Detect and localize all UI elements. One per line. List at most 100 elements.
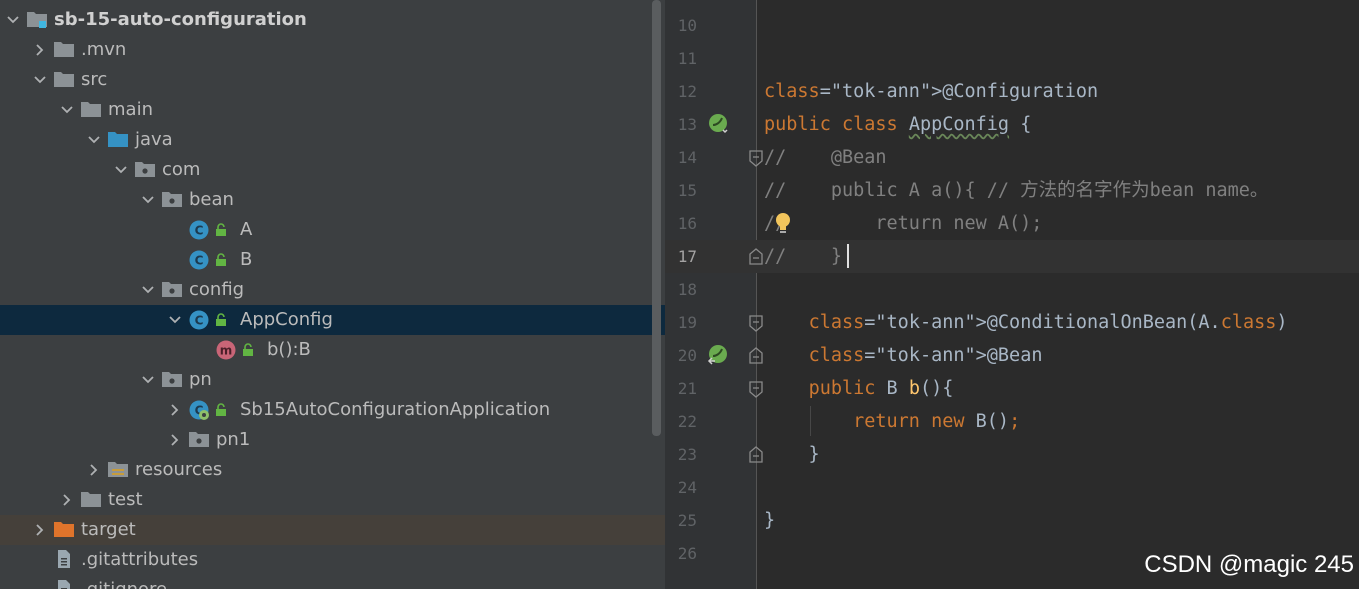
package-icon (161, 275, 183, 305)
module-folder-icon (26, 5, 48, 35)
line-number: 17 (677, 247, 697, 266)
package-icon (161, 185, 183, 215)
fold-collapse-icon[interactable] (748, 380, 764, 398)
tree-item[interactable]: C AppConfig (0, 305, 665, 335)
project-tool-window: sb-15-auto-configuration .mvn src main java c… (0, 0, 665, 589)
code-line[interactable]: // return new A(); (764, 207, 1042, 240)
code-line[interactable]: return new B(); (764, 405, 1020, 438)
tree-item-label: sb-15-auto-configuration (54, 9, 307, 30)
tree-item[interactable]: m b():B (0, 335, 665, 365)
gutter-divider (756, 0, 757, 589)
chevron-down-icon[interactable] (60, 95, 76, 125)
resources-folder-icon (107, 455, 129, 485)
lightbulb-icon[interactable] (773, 211, 797, 235)
tree-item[interactable]: .gitattributes (0, 545, 665, 575)
chevron-right-icon[interactable] (168, 395, 184, 425)
tree-item-label: main (108, 99, 153, 120)
tree-item[interactable]: bean (0, 185, 665, 215)
spring-bean-icon[interactable] (707, 343, 731, 367)
chevron-right-icon[interactable] (87, 455, 103, 485)
chevron-right-icon[interactable] (33, 35, 49, 65)
code-line[interactable]: class="tok-ann">@Configuration (764, 75, 1098, 108)
chevron-down-icon[interactable] (168, 305, 184, 335)
spring-boot-class-icon: C (188, 395, 210, 425)
chevron-down-icon[interactable] (6, 5, 22, 35)
chevron-right-icon[interactable] (168, 425, 184, 455)
line-number: 25 (677, 511, 697, 530)
tree-item-label: resources (135, 459, 223, 480)
package-icon (188, 425, 210, 455)
tree-item[interactable]: test (0, 485, 665, 515)
code-line[interactable]: class="tok-ann">@Bean (764, 339, 1043, 372)
tree-item[interactable]: config (0, 275, 665, 305)
svg-text:m: m (220, 344, 233, 358)
chevron-down-icon[interactable] (141, 365, 157, 395)
line-number: 20 (677, 346, 697, 365)
fold-end-icon[interactable] (748, 446, 764, 464)
line-number: 14 (677, 148, 697, 167)
code-line[interactable]: // } (764, 240, 842, 273)
tree-item-label: java (135, 129, 173, 150)
line-number: 15 (677, 181, 697, 200)
line-number: 24 (677, 478, 697, 497)
code-line[interactable]: class="tok-ann">@ConditionalOnBean(A.cla… (764, 306, 1288, 339)
line-number: 23 (677, 445, 697, 464)
svg-text:C: C (195, 224, 204, 238)
chevron-down-icon[interactable] (33, 65, 49, 95)
tree-item[interactable]: target (0, 515, 665, 545)
line-number: 26 (677, 544, 697, 563)
tree-item-label: B (240, 249, 253, 270)
chevron-down-icon[interactable] (141, 185, 157, 215)
lock-icon (215, 245, 229, 275)
fold-end-icon[interactable] (748, 248, 764, 266)
tree-item[interactable]: .mvn (0, 35, 665, 65)
chevron-right-icon[interactable] (33, 515, 49, 545)
fold-collapse-icon[interactable] (748, 149, 764, 167)
code-editor[interactable]: CSDN @magic 245 10 11 12 class="tok-ann">@C… (665, 0, 1359, 589)
tree-item-label: pn (189, 369, 212, 390)
line-number: 10 (677, 16, 697, 35)
chevron-down-icon[interactable] (141, 275, 157, 305)
tree-item[interactable]: main (0, 95, 665, 125)
chevron-right-icon[interactable] (60, 485, 76, 515)
tree-scrollbar[interactable] (652, 0, 661, 436)
source-root-folder-icon (107, 125, 129, 155)
tree-item[interactable]: sb-15-auto-configuration (0, 5, 665, 35)
fold-collapse-icon[interactable] (748, 314, 764, 332)
chevron-down-icon[interactable] (114, 155, 130, 185)
tree-item-label: Sb15AutoConfigurationApplication (240, 399, 551, 420)
tree-item[interactable]: com (0, 155, 665, 185)
folder-icon (80, 485, 102, 515)
lock-icon (215, 305, 229, 335)
tree-item[interactable]: resources (0, 455, 665, 485)
tree-item[interactable]: pn1 (0, 425, 665, 455)
tree-item[interactable]: java (0, 125, 665, 155)
code-line[interactable]: // public A a(){ // 方法的名字作为bean name。 (764, 174, 1268, 207)
tree-item[interactable]: CA (0, 215, 665, 245)
code-line[interactable]: public class AppConfig { (764, 108, 1031, 141)
tree-item[interactable]: C Sb15AutoConfigurationApplication (0, 395, 665, 425)
tree-item[interactable]: CB (0, 245, 665, 275)
class-icon: C (188, 215, 210, 245)
chevron-down-icon[interactable] (87, 125, 103, 155)
lock-icon (215, 215, 229, 245)
tree-item[interactable]: pn (0, 365, 665, 395)
tree-item-label: .gitattributes (81, 549, 199, 570)
spring-bean-icon[interactable] (707, 112, 731, 136)
fold-end-icon[interactable] (748, 347, 764, 365)
watermark: CSDN @magic 245 (1144, 551, 1354, 578)
code-line[interactable]: } (764, 438, 820, 471)
class-icon: C (188, 305, 210, 335)
tree-item-label: com (162, 159, 201, 180)
tree-item[interactable]: src (0, 65, 665, 95)
tree-item-label: pn1 (216, 429, 251, 450)
tree-item[interactable]: .gitignore (0, 575, 665, 589)
code-line[interactable]: // @Bean (764, 141, 887, 174)
svg-text:C: C (195, 254, 204, 268)
ide-window: sb-15-auto-configuration .mvn src main java c… (0, 0, 1359, 589)
line-number: 16 (677, 214, 697, 233)
lock-icon (242, 335, 256, 365)
code-line[interactable]: public B b(){ (764, 372, 954, 405)
folder-icon (53, 65, 75, 95)
code-line[interactable]: } (764, 504, 775, 537)
